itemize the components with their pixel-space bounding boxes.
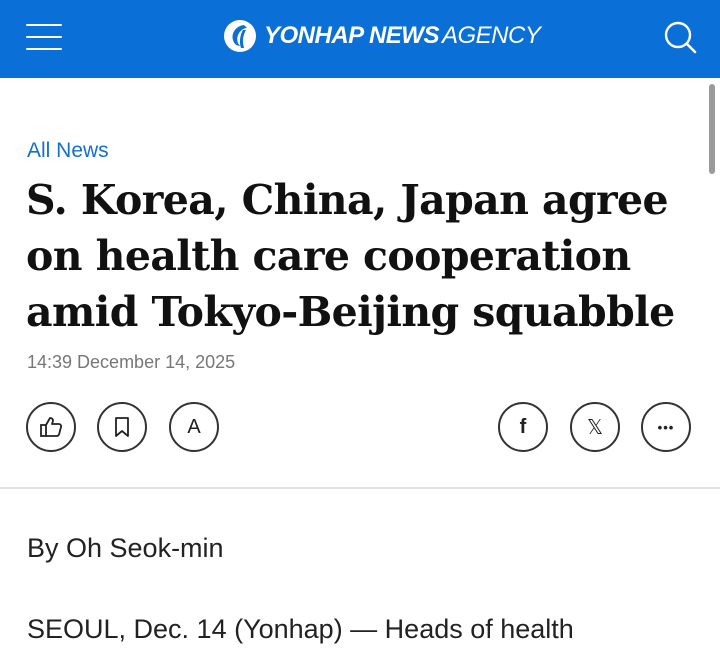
facebook-icon: f bbox=[519, 415, 527, 438]
font-size-button[interactable]: A bbox=[169, 402, 219, 452]
font-size-label: A bbox=[187, 415, 201, 438]
hamburger-menu-icon[interactable] bbox=[24, 20, 64, 54]
article-byline: By Oh Seok-min bbox=[27, 533, 224, 563]
logo-text: YONHAP NEWS AGENCY bbox=[264, 22, 541, 49]
section-divider bbox=[0, 487, 720, 489]
bookmark-button[interactable] bbox=[97, 402, 147, 452]
x-share-button[interactable]: 𝕏 bbox=[570, 402, 620, 452]
article-headline: S. Korea, China, Japan agree on health c… bbox=[26, 176, 675, 336]
search-icon[interactable] bbox=[660, 17, 700, 57]
top-navigation-bar: YONHAP NEWS AGENCY bbox=[0, 0, 720, 78]
like-button[interactable] bbox=[26, 402, 76, 452]
more-options-button[interactable]: ••• bbox=[641, 402, 691, 452]
bookmark-icon bbox=[115, 417, 129, 437]
facebook-share-button[interactable]: f bbox=[498, 402, 548, 452]
yonhap-logo[interactable]: YONHAP NEWS AGENCY bbox=[222, 16, 541, 56]
x-icon: 𝕏 bbox=[586, 415, 604, 439]
thumbs-up-icon bbox=[40, 417, 63, 437]
page-scrollbar[interactable] bbox=[709, 84, 715, 174]
yonhap-logo-mark-icon bbox=[224, 20, 256, 52]
article-body-first-line: SEOUL, Dec. 14 (Yonhap) — Heads of healt… bbox=[27, 614, 574, 644]
more-icon: ••• bbox=[657, 419, 675, 435]
section-link-all-news[interactable]: All News bbox=[27, 139, 109, 163]
article-timestamp: 14:39 December 14, 2025 bbox=[27, 352, 236, 372]
